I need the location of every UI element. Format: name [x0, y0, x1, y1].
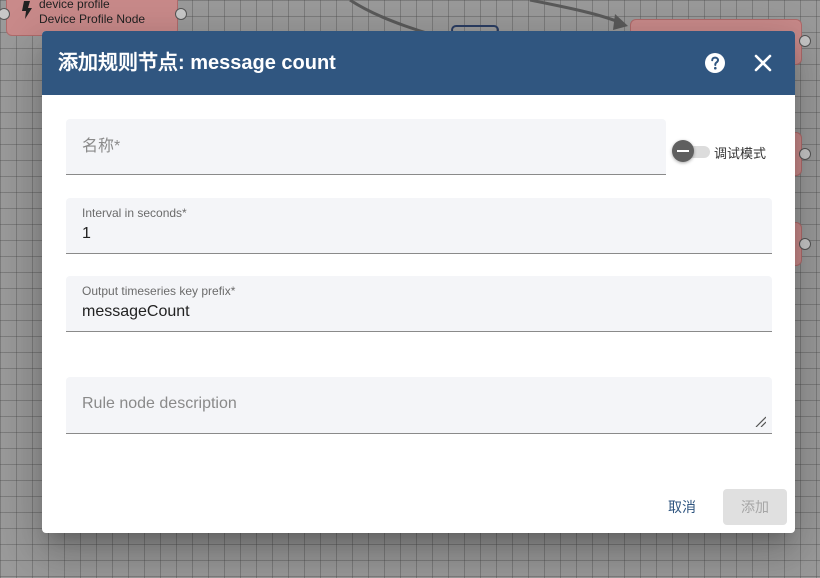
dialog-title: 添加规则节点: message count: [58, 52, 336, 74]
resize-grip-icon[interactable]: [754, 415, 766, 427]
node-port-right-3[interactable]: [799, 238, 811, 250]
close-icon[interactable]: [751, 51, 775, 75]
interval-label: Interval in seconds*: [82, 206, 187, 220]
node-port-right-2[interactable]: [799, 148, 811, 160]
node-port-right-1[interactable]: [799, 35, 811, 47]
dialog-header: 添加规则节点: message count: [42, 31, 795, 95]
prefix-field[interactable]: Output timeseries key prefix*: [66, 276, 772, 332]
name-field[interactable]: [66, 119, 666, 175]
add-rule-node-dialog: 添加规则节点: message count 调试模式 Interval in s…: [42, 31, 795, 533]
debug-mode-label: 调试模式: [714, 146, 767, 161]
debug-mode-toggle[interactable]: [672, 140, 712, 162]
node-type-label: device profile: [39, 0, 110, 11]
prefix-input[interactable]: [82, 302, 742, 322]
cancel-button[interactable]: 取消: [656, 489, 708, 525]
description-input[interactable]: [82, 395, 722, 419]
node-port-right[interactable]: [175, 8, 187, 20]
toggle-thumb: [672, 140, 694, 162]
node-name-label: Device Profile Node: [39, 12, 146, 26]
name-input[interactable]: [82, 135, 642, 159]
interval-input[interactable]: [82, 224, 742, 244]
description-field[interactable]: [66, 377, 772, 434]
help-icon[interactable]: [703, 51, 727, 75]
lightning-bolt-icon: [22, 1, 32, 19]
prefix-label: Output timeseries key prefix*: [82, 284, 236, 298]
interval-field[interactable]: Interval in seconds*: [66, 198, 772, 254]
add-button[interactable]: 添加: [723, 489, 787, 525]
